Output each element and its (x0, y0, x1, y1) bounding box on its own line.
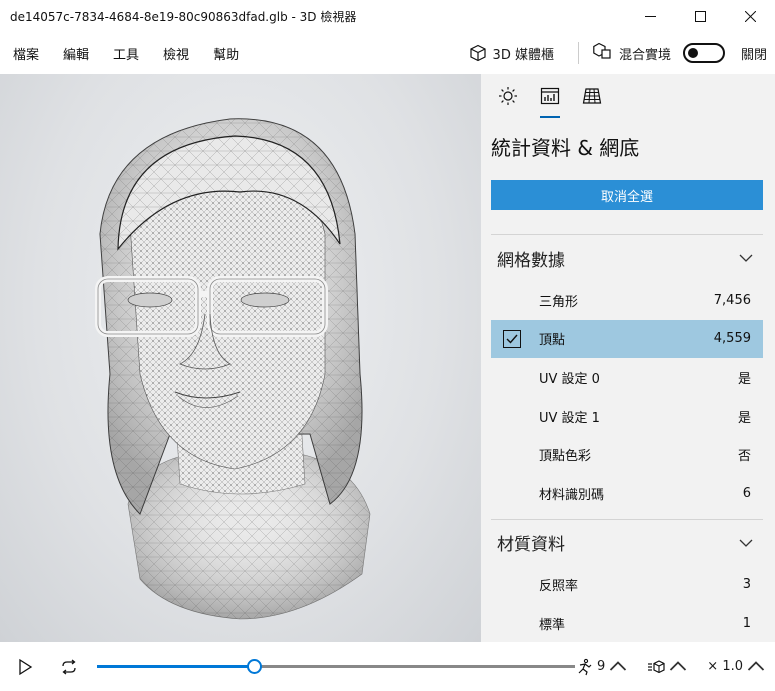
stat-label: 材料識別碼 (539, 487, 605, 503)
panel-title: 統計資料 & 網底 (491, 136, 640, 160)
grid-icon (582, 88, 602, 104)
stat-value: 1 (742, 615, 751, 631)
speed-label: × 1.0 (707, 659, 743, 674)
stat-value: 4,559 (713, 331, 751, 347)
chevron-up-icon (670, 660, 687, 671)
menu-separator (577, 42, 579, 64)
stat-value: 否 (737, 449, 751, 465)
render-mode-icon (648, 659, 665, 673)
stat-label: UV 設定 1 (539, 410, 600, 426)
mesh-section-title: 網格數據 (497, 250, 565, 271)
stat-label: 標準 (539, 617, 566, 633)
panel-tabs (481, 74, 775, 118)
3d-library-label: 3D 媒體櫃 (492, 47, 554, 63)
stat-value: 7,456 (713, 292, 751, 308)
stat-row-material-ids[interactable]: 材料識別碼 6 (481, 474, 775, 513)
minimize-icon (644, 15, 656, 17)
cube-icon (469, 44, 486, 62)
stat-row-vertex-colors[interactable]: 頂點色彩 否 (481, 435, 775, 474)
chevron-down-icon (739, 254, 753, 262)
menu-view[interactable]: 檢視 (151, 32, 201, 74)
playback-bar: 9 × 1.0 (0, 642, 775, 691)
menu-help[interactable]: 幫助 (201, 32, 251, 74)
stat-value: 6 (742, 485, 751, 501)
mixed-reality-icon (593, 42, 611, 64)
stat-row-normal[interactable]: 標準 1 (481, 604, 775, 642)
play-icon (19, 658, 33, 675)
stat-label: 頂點色彩 (539, 449, 592, 465)
toggle-state-label: 關閉 (740, 47, 767, 63)
timeline-thumb[interactable] (247, 659, 263, 674)
stat-label: 頂點 (539, 333, 566, 349)
stat-label: 三角形 (539, 294, 579, 310)
chevron-up-icon (610, 660, 627, 671)
stat-row-uv-set-1[interactable]: UV 設定 1 是 (481, 397, 775, 436)
mesh-section-header[interactable]: 網格數據 (481, 235, 775, 281)
menu-file[interactable]: 檔案 (0, 32, 51, 74)
mixed-reality-label: 混合實境 (618, 47, 671, 63)
menu-tools[interactable]: 工具 (101, 32, 151, 74)
stat-value: 是 (737, 410, 751, 426)
stats-icon (540, 87, 560, 105)
close-icon (744, 10, 756, 22)
material-section-title: 材質資料 (497, 535, 565, 556)
speed-selector[interactable]: × 1.0 (697, 658, 775, 676)
tab-lighting[interactable] (487, 74, 529, 118)
stat-row-uv-set-0[interactable]: UV 設定 0 是 (481, 358, 775, 397)
close-button[interactable] (725, 0, 775, 32)
3d-viewport[interactable] (0, 74, 481, 642)
animation-timeline[interactable] (97, 659, 575, 674)
loop-button[interactable] (55, 653, 83, 681)
mixed-reality-toggle[interactable] (682, 43, 725, 63)
vertices-checkbox[interactable] (503, 329, 521, 348)
3d-library-button[interactable]: 3D 媒體櫃 (469, 32, 568, 74)
stat-value: 是 (737, 371, 751, 387)
minimize-button[interactable] (625, 0, 675, 32)
material-section-header[interactable]: 材質資料 (481, 520, 775, 566)
menu-bar: 檔案 編輯 工具 檢視 幫助 3D 媒體櫃 混合實境 關閉 (0, 32, 775, 74)
play-button[interactable] (11, 653, 39, 681)
tab-statistics[interactable] (529, 74, 571, 118)
chevron-up-icon (747, 660, 765, 671)
tab-grid[interactable] (571, 74, 613, 118)
window-title: de14057c-7834-4684-8e19-80c90863dfad.glb… (10, 9, 357, 24)
animation-count: 9 (597, 659, 606, 674)
loop-icon (62, 658, 76, 675)
view-mode-selector[interactable] (637, 658, 697, 676)
title-bar: de14057c-7834-4684-8e19-80c90863dfad.glb… (0, 0, 775, 32)
maximize-button[interactable] (675, 0, 725, 32)
stat-label: 反照率 (539, 579, 579, 595)
stat-row-triangles[interactable]: 三角形 7,456 (481, 281, 775, 320)
menu-edit[interactable]: 編輯 (51, 32, 101, 74)
stats-panel: 統計資料 & 網底 取消全選 網格數據 三角形 7,456 頂點 4,559 U… (481, 74, 775, 642)
stat-value: 3 (742, 577, 751, 593)
stat-row-vertices[interactable]: 頂點 4,559 (491, 319, 763, 359)
stat-row-albedo[interactable]: 反照率 3 (481, 566, 775, 605)
running-person-icon (578, 658, 592, 675)
maximize-icon (694, 10, 706, 22)
checkmark-icon (506, 334, 518, 344)
animation-selector[interactable]: 9 (565, 658, 637, 676)
deselect-all-button[interactable]: 取消全選 (491, 180, 763, 210)
timeline-progress (97, 665, 255, 668)
model-render[interactable] (0, 74, 481, 642)
sun-icon (499, 87, 517, 105)
stat-label: UV 設定 0 (539, 371, 600, 387)
chevron-down-icon (739, 539, 753, 547)
